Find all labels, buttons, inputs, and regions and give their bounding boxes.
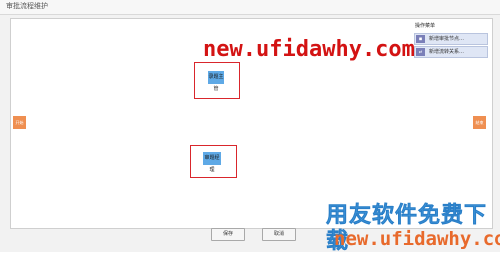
title-bar: 审批流程维护 <box>0 0 500 15</box>
menu-item-label: 新增流转关系… <box>429 49 465 55</box>
node-icon: ◼ <box>416 35 425 43</box>
flow-node-bottom[interactable]: 审题经理 <box>203 152 221 173</box>
menu-item-label: 新增审批节点… <box>429 36 465 42</box>
operation-menu-title: 操作菜单 <box>415 23 436 29</box>
relation-icon: ⇄ <box>416 48 425 56</box>
window-title: 审批流程维护 <box>6 2 48 10</box>
approval-flow-window: 审批流程维护 开始 结束 录题主管 审题经理 操作菜单 ◼ 新增审批节点… ⇄ … <box>0 0 500 254</box>
save-button[interactable]: 保存 <box>211 228 245 241</box>
end-node[interactable]: 结束 <box>473 116 486 129</box>
menu-item-add-relation[interactable]: ⇄ 新增流转关系… <box>414 46 488 58</box>
watermark-url-bottom: new.ufidawhy.com <box>334 228 500 250</box>
watermark-url-top: new.ufidawhy.com <box>203 37 415 62</box>
menu-item-add-node[interactable]: ◼ 新增审批节点… <box>414 33 488 45</box>
flow-node-top[interactable]: 录题主管 <box>208 71 224 92</box>
start-node[interactable]: 开始 <box>13 116 26 129</box>
cancel-button[interactable]: 取消 <box>262 228 296 241</box>
operation-menu: 操作菜单 ◼ 新增审批节点… ⇄ 新增流转关系… <box>410 22 488 62</box>
